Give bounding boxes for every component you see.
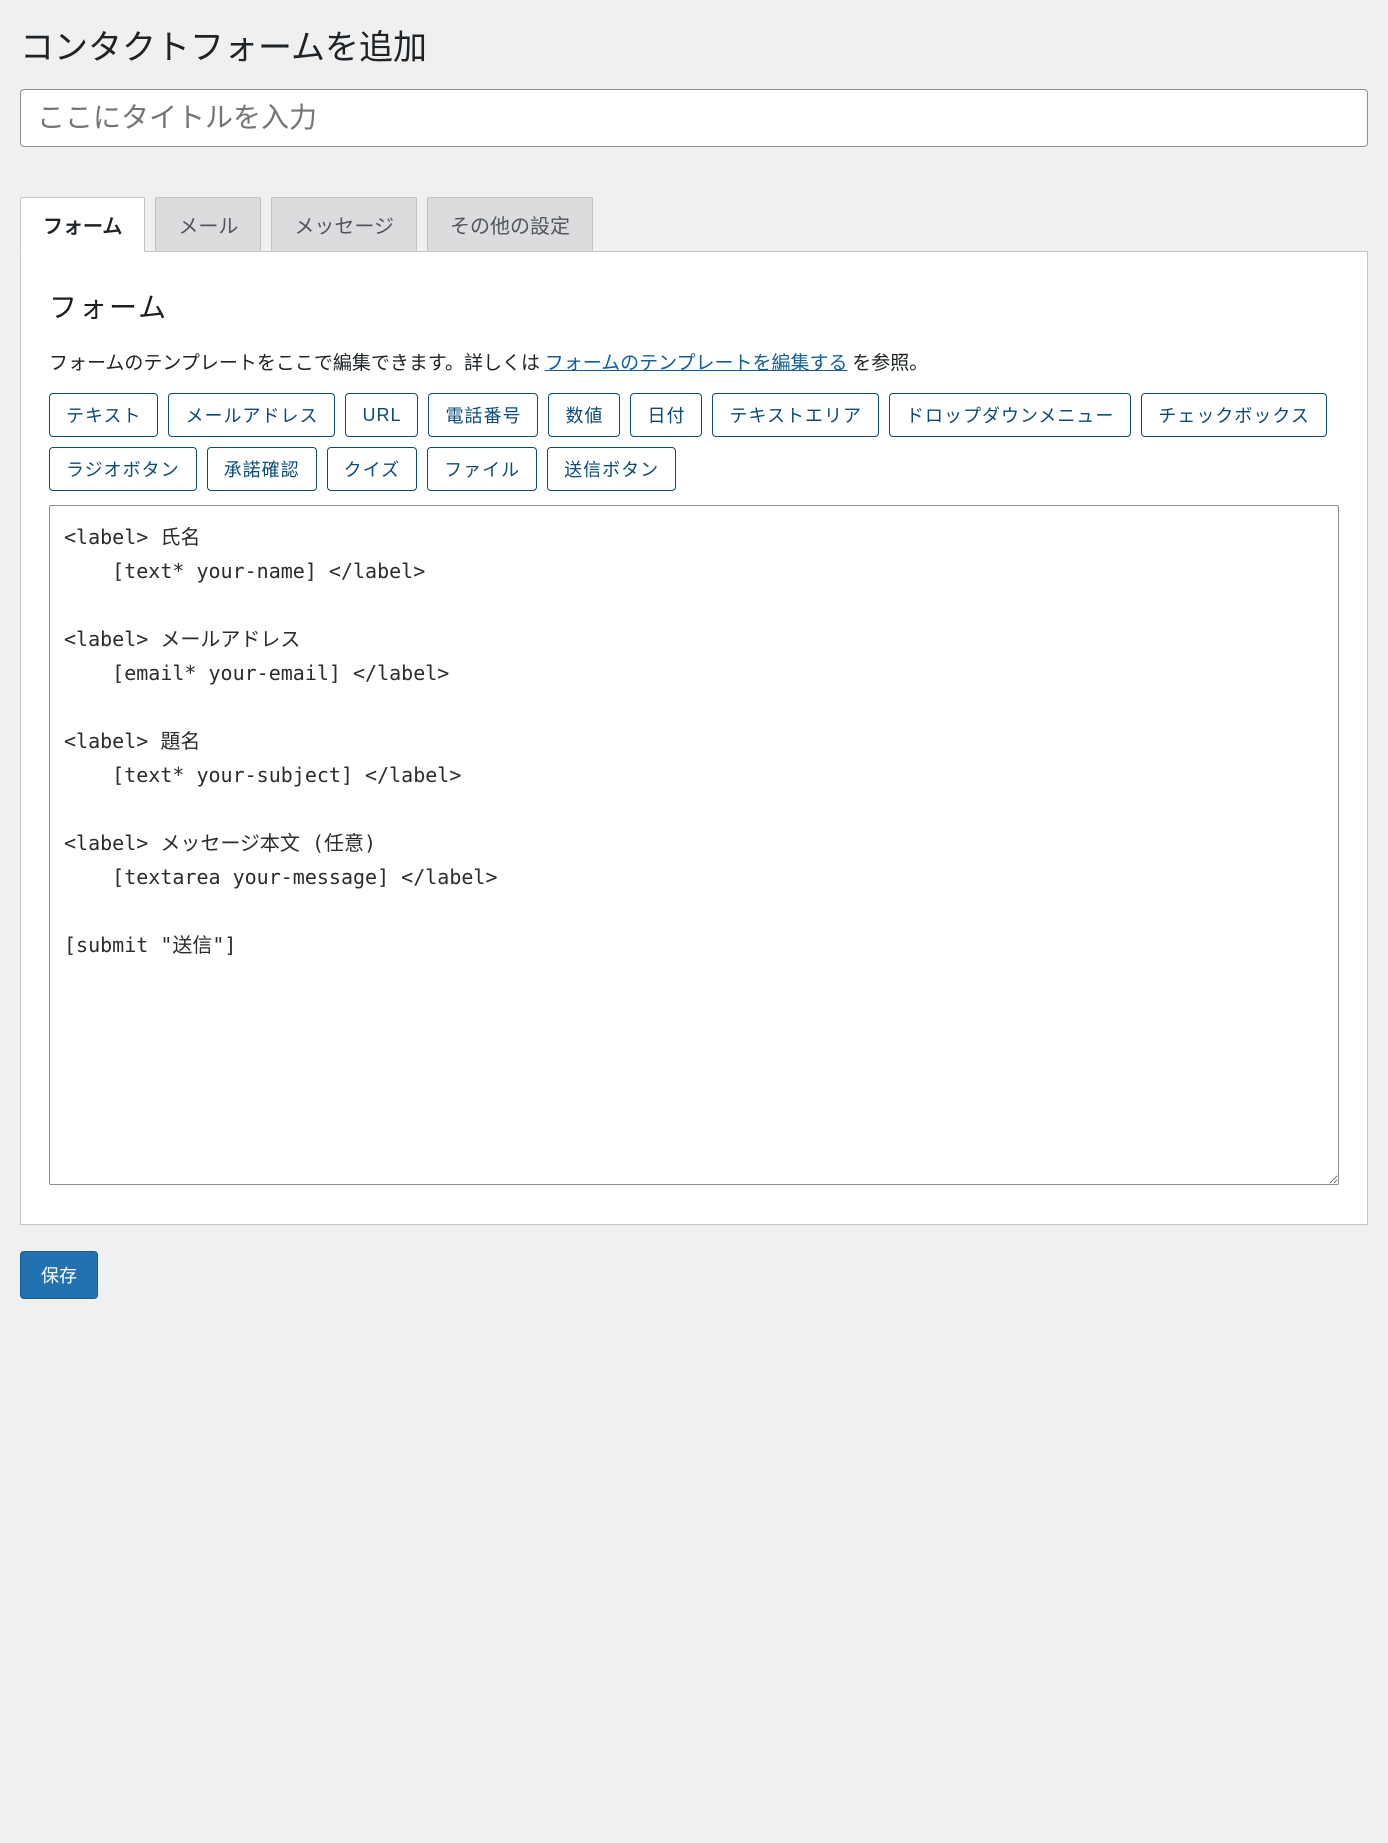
tag-date-button[interactable]: 日付 — [630, 393, 702, 437]
tag-tel-button[interactable]: 電話番号 — [428, 393, 538, 437]
save-button[interactable]: 保存 — [20, 1251, 98, 1299]
tag-checkbox-button[interactable]: チェックボックス — [1141, 393, 1326, 437]
tab-form[interactable]: フォーム — [20, 197, 145, 252]
panel-desc-pre: フォームのテンプレートをここで編集できます。詳しくは — [49, 351, 540, 374]
tab-mail[interactable]: メール — [155, 197, 261, 252]
tag-quiz-button[interactable]: クイズ — [327, 447, 417, 491]
tag-text-button[interactable]: テキスト — [49, 393, 158, 437]
tag-url-button[interactable]: URL — [345, 393, 418, 437]
panel-desc-post: を参照。 — [852, 351, 928, 374]
panel-heading: フォーム — [49, 286, 1339, 326]
tag-email-button[interactable]: メールアドレス — [168, 393, 335, 437]
tag-textarea-button[interactable]: テキストエリア — [712, 393, 878, 437]
tab-messages[interactable]: メッセージ — [271, 197, 417, 252]
page-title: コンタクトフォームを追加 — [20, 20, 1368, 69]
tag-submit-button[interactable]: 送信ボタン — [547, 447, 676, 491]
tag-file-button[interactable]: ファイル — [427, 447, 537, 491]
title-input[interactable] — [20, 89, 1368, 147]
panel-description: フォームのテンプレートをここで編集できます。詳しくは フォームのテンプレートを編… — [49, 348, 1339, 375]
tag-dropdown-button[interactable]: ドロップダウンメニュー — [889, 393, 1131, 437]
tag-buttons: テキスト メールアドレス URL 電話番号 数値 日付 テキストエリア ドロップ… — [49, 393, 1339, 491]
panel-desc-link[interactable]: フォームのテンプレートを編集する — [545, 351, 848, 374]
form-template-textarea[interactable] — [49, 505, 1339, 1185]
tab-other-settings[interactable]: その他の設定 — [427, 197, 593, 252]
tag-acceptance-button[interactable]: 承諾確認 — [207, 447, 317, 491]
tag-radio-button[interactable]: ラジオボタン — [49, 447, 197, 491]
tab-panel-form: フォーム フォームのテンプレートをここで編集できます。詳しくは フォームのテンプ… — [20, 251, 1368, 1225]
tag-number-button[interactable]: 数値 — [548, 393, 620, 437]
tabs: フォーム メール メッセージ その他の設定 — [20, 197, 1368, 252]
